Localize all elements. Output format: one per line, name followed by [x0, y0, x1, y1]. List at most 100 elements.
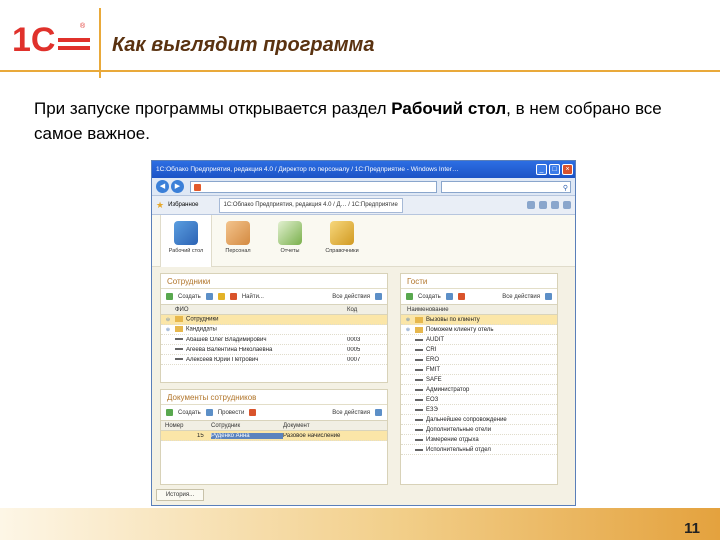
item-icon — [415, 438, 423, 441]
maximize-icon[interactable]: □ — [549, 164, 560, 175]
section-nav: Рабочий стол Персонал Отчеты Справочники — [152, 215, 575, 267]
nav-desktop[interactable]: Рабочий стол — [160, 215, 212, 267]
all-actions-button[interactable]: Все действия — [332, 294, 370, 300]
column-header[interactable]: ФИО — [175, 307, 347, 313]
help-icon[interactable] — [375, 293, 382, 300]
delete-icon[interactable] — [249, 409, 257, 416]
tools-icon[interactable] — [563, 201, 571, 209]
column-header[interactable]: Наименование — [401, 307, 449, 313]
item-icon — [415, 418, 423, 421]
create-icon — [166, 293, 173, 300]
table-row[interactable]: SAFE — [401, 375, 557, 385]
column-header[interactable]: Номер — [161, 423, 211, 429]
copy-icon[interactable] — [205, 293, 213, 300]
table-row[interactable]: CRI — [401, 345, 557, 355]
site-favicon-icon — [194, 183, 201, 191]
table-row[interactable]: Абашев Олег Владимирович 0003 — [161, 335, 387, 345]
home-icon[interactable] — [527, 201, 535, 209]
table-row[interactable]: ⊕ Кандидаты — [161, 325, 387, 335]
window-title: 1С:Облако Предприятия, редакция 4.0 / Ди… — [156, 166, 459, 173]
nav-personnel[interactable]: Персонал — [212, 215, 264, 254]
documents-title: Документы сотрудников — [161, 390, 387, 405]
item-icon — [415, 358, 423, 361]
column-header[interactable]: Сотрудник — [211, 423, 283, 429]
item-icon — [415, 428, 423, 431]
address-input[interactable] — [190, 180, 437, 193]
table-row[interactable]: ЕЗЭ — [401, 405, 557, 415]
all-actions-button[interactable]: Все действия — [502, 294, 540, 300]
search-icon[interactable]: ⚲ — [563, 184, 568, 192]
svg-text:®: ® — [80, 22, 86, 30]
documents-grid-header: Номер Сотрудник Документ — [161, 420, 387, 431]
forward-icon[interactable]: ▶ — [171, 180, 184, 193]
table-row[interactable]: Дальнейшее сопровождение — [401, 415, 557, 425]
column-header[interactable]: Документ — [283, 423, 363, 429]
table-row[interactable]: Исполнительный отдел — [401, 445, 557, 455]
feeds-icon[interactable] — [539, 201, 547, 209]
find-button[interactable]: Найти... — [242, 294, 264, 300]
item-icon — [175, 337, 183, 340]
table-row[interactable]: ⊕ Вызовы по клиенту — [401, 315, 557, 325]
browser-tabs: ★ Избранное 1С:Облако Предприятия, редак… — [152, 196, 575, 215]
all-actions-button[interactable]: Все действия — [332, 410, 370, 416]
item-icon — [415, 368, 423, 371]
table-row[interactable]: Агеева Валентина Николаевна 0005 — [161, 345, 387, 355]
window-titlebar: 1С:Облако Предприятия, редакция 4.0 / Ди… — [152, 161, 575, 178]
table-row[interactable]: ЕОЗ — [401, 395, 557, 405]
history-button[interactable]: История... — [156, 489, 204, 501]
create-icon — [406, 293, 413, 300]
table-row[interactable]: ⊖ Сотрудники — [161, 315, 387, 325]
back-icon[interactable]: ◀ — [156, 180, 169, 193]
table-row[interactable]: ⊕ Поможем клиенту отель — [401, 325, 557, 335]
help-icon[interactable] — [375, 409, 382, 416]
people-icon — [226, 221, 250, 245]
desktop-emphasis: Рабочий стол — [391, 99, 507, 118]
item-icon — [415, 378, 423, 381]
column-header[interactable]: Код — [347, 307, 377, 313]
employees-panel: Сотрудники Создать Найти... Все действия… — [160, 273, 388, 383]
rooms-icon — [330, 221, 354, 245]
create-button[interactable]: Создать — [178, 410, 201, 416]
guests-grid: ⊕ Вызовы по клиенту ⊕ Поможем клиенту отел… — [401, 315, 557, 455]
intro-text: При запуске программы открывается раздел… — [34, 99, 662, 143]
browser-tab[interactable]: 1С:Облако Предприятия, редакция 4.0 / Д…… — [218, 197, 403, 213]
table-row[interactable]: Измерение отдыха — [401, 435, 557, 445]
nav-reports[interactable]: Отчеты — [264, 215, 316, 254]
table-row[interactable]: FMIT — [401, 365, 557, 375]
print-icon[interactable] — [551, 201, 559, 209]
employees-toolbar: Создать Найти... Все действия — [161, 289, 387, 304]
1c-logo: 1С ® — [12, 21, 90, 58]
item-icon — [415, 338, 423, 341]
help-icon[interactable] — [545, 293, 552, 300]
page-number: 11 — [684, 520, 700, 537]
nav-directories[interactable]: Справочники — [316, 215, 368, 254]
app-window-screenshot: 1С:Облако Предприятия, редакция 4.0 / Ди… — [151, 160, 576, 506]
table-row[interactable]: AUDIT — [401, 335, 557, 345]
documents-toolbar: Создать Провести Все действия — [161, 405, 387, 420]
search-input[interactable]: ⚲ — [441, 180, 571, 193]
item-icon — [415, 408, 423, 411]
copy-icon[interactable] — [445, 293, 453, 300]
post-button[interactable]: Провести — [218, 410, 245, 416]
svg-text:1С: 1С — [12, 21, 55, 58]
item-icon — [415, 388, 423, 391]
favorites-label[interactable]: Избранное — [168, 202, 198, 208]
create-button[interactable]: Создать — [418, 294, 441, 300]
close-icon[interactable]: × — [562, 164, 573, 175]
table-row[interactable]: Алексеев Юрий Петрович 0007 — [161, 355, 387, 365]
delete-icon[interactable] — [229, 293, 237, 300]
create-button[interactable]: Создать — [178, 294, 201, 300]
slide-title: Как выглядит программа — [112, 34, 375, 56]
delete-icon[interactable] — [457, 293, 465, 300]
app-content: Рабочий стол Персонал Отчеты Справочники… — [152, 215, 575, 505]
edit-icon[interactable] — [217, 293, 225, 300]
table-row[interactable]: Администратор — [401, 385, 557, 395]
table-row[interactable]: ERO — [401, 355, 557, 365]
folder-icon — [175, 326, 183, 333]
address-bar: ◀ ▶ ⚲ — [152, 178, 575, 196]
item-icon — [415, 348, 423, 351]
table-row[interactable]: 15 Руденко Анна Разовое начисление — [161, 431, 387, 441]
table-row[interactable]: Дополнительные отели — [401, 425, 557, 435]
minimize-icon[interactable]: _ — [536, 164, 547, 175]
star-icon[interactable]: ★ — [156, 200, 164, 211]
